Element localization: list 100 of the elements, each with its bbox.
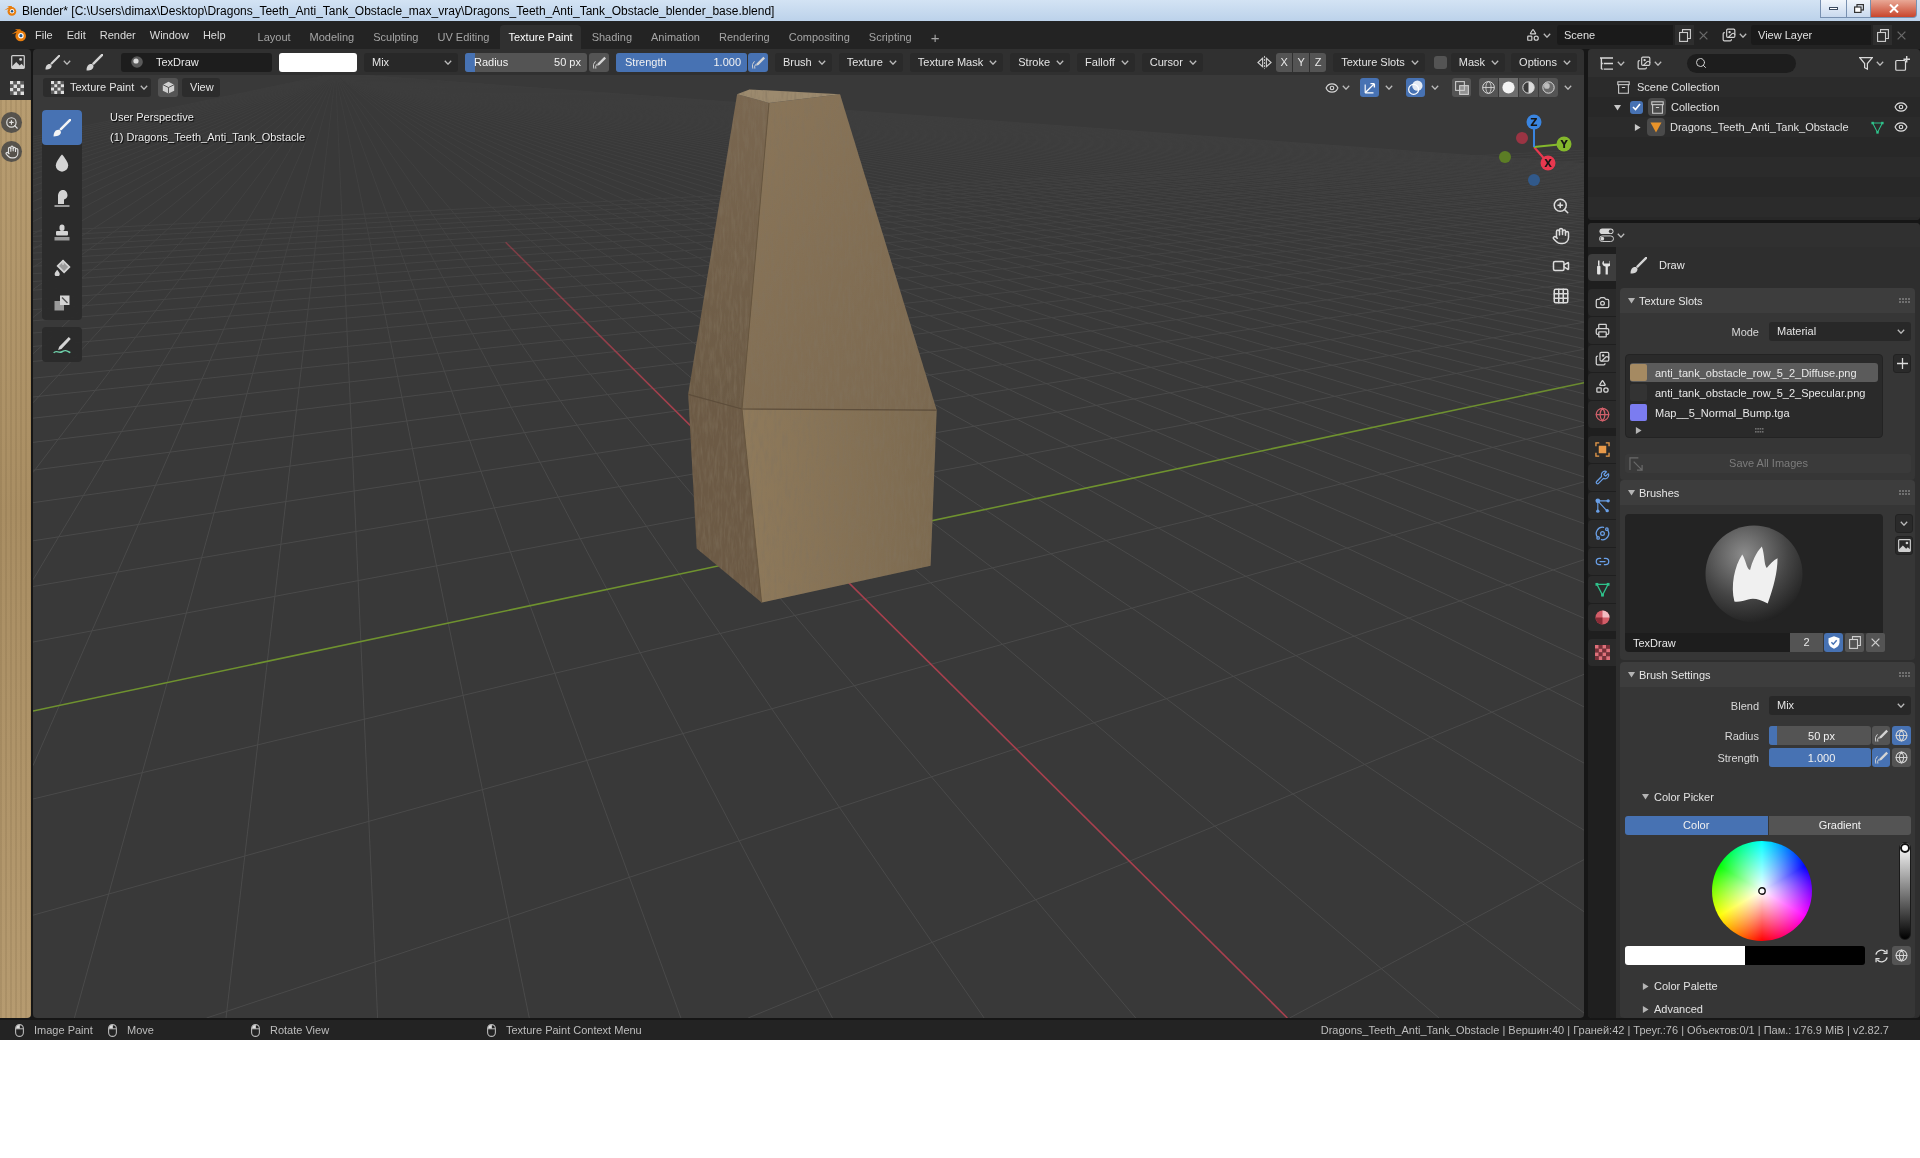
texture-slot-item[interactable]: Map__5_Normal_Bump.tga	[1630, 403, 1878, 422]
workspace-tab[interactable]: Sculpting	[365, 25, 427, 49]
editor-type-button[interactable]	[8, 52, 28, 72]
menu-item[interactable]: Window	[142, 25, 196, 45]
restore-button[interactable]	[1846, 0, 1871, 18]
mask-dropdown[interactable]: Mask	[1450, 52, 1506, 72]
workspace-tab[interactable]: Layout	[249, 25, 299, 49]
panel-header[interactable]: Brush Settings	[1620, 662, 1915, 687]
eye-icon[interactable]	[1894, 120, 1908, 134]
pressure-toggle[interactable]	[589, 52, 609, 72]
header-dropdown[interactable]: Stroke	[1010, 52, 1071, 72]
axis-handle[interactable]: X	[1533, 146, 1556, 171]
properties-tab[interactable]	[1588, 254, 1616, 281]
subpanel-header[interactable]: Color Palette	[1625, 976, 1911, 996]
mirror-axis-toggle[interactable]: Y	[1293, 52, 1310, 72]
panel-header[interactable]: Brushes	[1620, 480, 1915, 505]
header-dropdown[interactable]: Cursor	[1141, 52, 1203, 72]
color-mode-tab[interactable]: Gradient	[1768, 816, 1911, 835]
shading-button[interactable]	[1539, 78, 1558, 97]
properties-tab[interactable]	[1588, 289, 1616, 316]
add-slot-button[interactable]	[1893, 354, 1911, 373]
header-dropdown[interactable]: Falloff	[1077, 52, 1135, 72]
hand-icon[interactable]	[1, 141, 22, 162]
zoom-icon[interactable]	[1, 112, 22, 133]
texture-slots-dropdown[interactable]: Texture Slots	[1333, 52, 1425, 72]
axis-handle[interactable]	[1528, 174, 1540, 186]
panel-header[interactable]: Texture Slots	[1620, 288, 1915, 313]
grid-icon[interactable]	[1552, 287, 1570, 305]
new-collection-button[interactable]	[1892, 53, 1912, 73]
axis-handle[interactable]: Y	[1533, 136, 1572, 152]
hand-icon[interactable]	[1552, 227, 1570, 245]
workspace-tab[interactable]: Texture Paint	[500, 25, 581, 49]
slider-thumb[interactable]	[1900, 843, 1910, 853]
workspace-tab[interactable]: Shading	[583, 25, 641, 49]
shading-button[interactable]	[1479, 78, 1498, 97]
axis-handle[interactable]	[1516, 132, 1528, 144]
search-field[interactable]	[1687, 53, 1796, 73]
mask-checkbox[interactable]	[1433, 55, 1447, 69]
outliner-row[interactable]: Scene Collection	[1588, 77, 1920, 97]
strength-slider[interactable]: Strength 1.000	[616, 52, 747, 72]
color-swatch[interactable]	[1745, 946, 1865, 965]
header-dropdown[interactable]: Texture Mask	[909, 52, 1004, 72]
pressure-toggle[interactable]	[1872, 748, 1890, 767]
editor-type-dropdown[interactable]	[1597, 225, 1627, 245]
properties-tab[interactable]	[1588, 548, 1616, 575]
viewport-toggle[interactable]	[1452, 78, 1471, 97]
users-count-button[interactable]: 2	[1790, 633, 1823, 652]
blend-dropdown[interactable]: Mix	[1769, 696, 1911, 715]
options-dropdown[interactable]: Options	[1511, 52, 1577, 72]
viewport-toggle[interactable]	[1360, 78, 1379, 97]
workspace-tab[interactable]: Scripting	[860, 25, 920, 49]
axis-handle[interactable]	[1499, 151, 1511, 163]
tool-button[interactable]	[42, 327, 82, 362]
brush-menu-button[interactable]	[1895, 514, 1913, 533]
strength-slider[interactable]: 1.000	[1769, 748, 1871, 767]
minimize-button[interactable]	[1820, 0, 1847, 18]
eye-icon[interactable]	[1894, 100, 1908, 114]
value-slider[interactable]	[1899, 842, 1911, 940]
workspace-tab[interactable]: Modeling	[301, 25, 363, 49]
zoom-in-icon[interactable]	[1552, 197, 1570, 215]
unified-toggle[interactable]	[1892, 748, 1911, 767]
unlink-button[interactable]	[1866, 633, 1885, 652]
header-dropdown[interactable]: Texture	[838, 52, 903, 72]
menu-item[interactable]: Edit	[59, 25, 93, 45]
axis-handle[interactable]: Z	[1526, 114, 1542, 148]
texture-slot-item[interactable]: anti_tank_obstacle_row_5_2_Diffuse.png	[1630, 363, 1878, 382]
unified-toggle[interactable]	[1892, 946, 1911, 965]
workspace-tab[interactable]: UV Editing	[429, 25, 498, 49]
view-menu[interactable]: View	[182, 78, 220, 97]
brush-preview-tile[interactable]	[1625, 514, 1883, 633]
properties-tab[interactable]	[1588, 604, 1616, 631]
blend-dropdown[interactable]: Mix	[364, 52, 458, 72]
brush-field[interactable]: TexDraw	[121, 52, 272, 72]
radius-slider[interactable]: 50 px	[1769, 726, 1871, 745]
mirror-axis-toggle[interactable]: Z	[1310, 52, 1327, 72]
subpanel-header[interactable]: Color Picker	[1625, 785, 1911, 808]
face-mask-toggle[interactable]	[158, 78, 178, 97]
fake-user-toggle[interactable]	[1824, 633, 1843, 652]
properties-tab[interactable]	[1588, 373, 1616, 400]
mode-dropdown[interactable]: Texture Paint	[43, 78, 151, 97]
mode-dropdown[interactable]: Material	[1769, 322, 1911, 341]
shading-button[interactable]	[1499, 78, 1518, 97]
menu-item[interactable]: Render	[92, 25, 143, 45]
menu-item[interactable]: File	[28, 25, 60, 45]
unified-toggle[interactable]	[1892, 726, 1911, 745]
tool-button[interactable]	[42, 110, 82, 145]
workspace-tab[interactable]: Animation	[643, 25, 708, 49]
properties-tab[interactable]	[1588, 520, 1616, 547]
pressure-toggle[interactable]	[1872, 726, 1890, 745]
workspace-tab[interactable]: Rendering	[710, 25, 778, 49]
exclude-checkbox[interactable]	[1630, 100, 1643, 114]
subpanel-header[interactable]: Advanced	[1625, 1000, 1911, 1018]
new-view-layer-button[interactable]	[1873, 25, 1892, 45]
brush-image-button[interactable]	[1895, 536, 1913, 555]
color-field[interactable]	[279, 52, 357, 72]
texture-slot-item[interactable]: anti_tank_obstacle_row_5_2_Specular.png	[1630, 383, 1878, 402]
header-dropdown[interactable]: Brush	[775, 52, 832, 72]
brush-name-field[interactable]: TexDraw	[1625, 633, 1790, 652]
properties-tab[interactable]	[1588, 576, 1616, 603]
view-layer-field[interactable]: View Layer	[1751, 25, 1871, 45]
